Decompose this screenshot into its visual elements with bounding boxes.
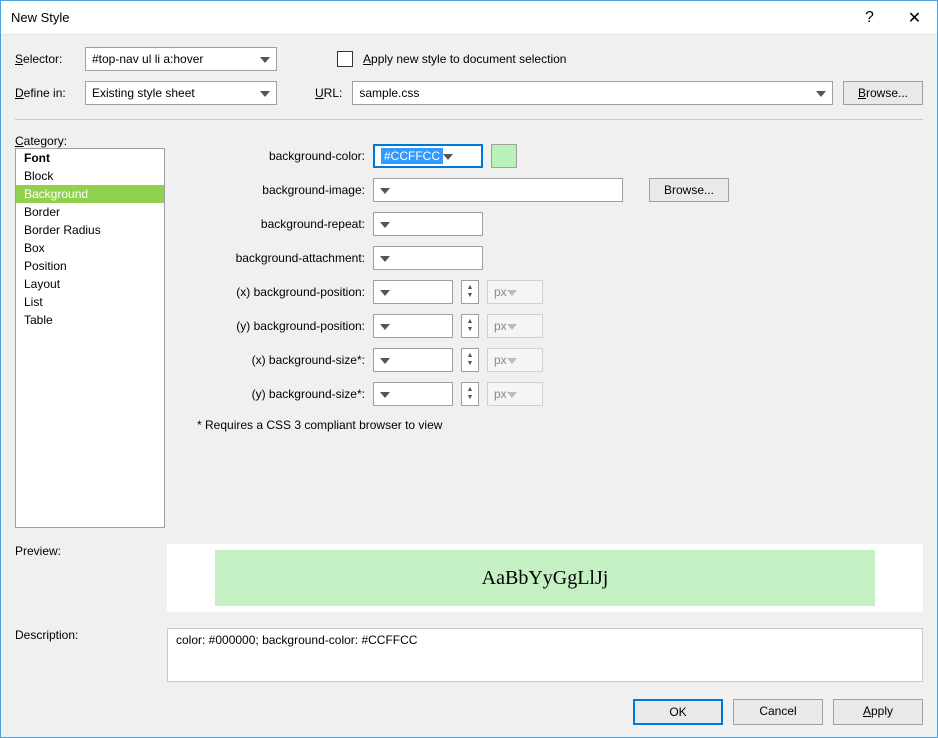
ok-button[interactable]: OK bbox=[633, 699, 723, 725]
apply-to-selection-label: Apply new style to document selection bbox=[363, 52, 566, 66]
bg-color-value: #CCFFCC bbox=[381, 148, 443, 164]
chevron-down-icon bbox=[380, 285, 390, 299]
bg-image-browse-button[interactable]: Browse... bbox=[649, 178, 729, 202]
bg-size-y-spinner[interactable]: ▲▼ bbox=[461, 382, 479, 406]
bg-size-x-spinner[interactable]: ▲▼ bbox=[461, 348, 479, 372]
category-item-border[interactable]: Border bbox=[16, 203, 164, 221]
bg-image-label: background-image: bbox=[185, 183, 365, 197]
chevron-down-icon bbox=[260, 52, 270, 66]
help-icon: ? bbox=[865, 9, 874, 27]
bg-size-x-unit[interactable]: px bbox=[487, 348, 543, 372]
bg-pos-x-spinner[interactable]: ▲▼ bbox=[461, 280, 479, 304]
new-style-dialog: New Style ? ✕ Selector: #top-nav ul li a… bbox=[0, 0, 938, 738]
bg-color-swatch bbox=[491, 144, 517, 168]
bg-color-combo[interactable]: #CCFFCC bbox=[373, 144, 483, 168]
chevron-down-icon bbox=[443, 149, 453, 163]
bg-size-y-unit[interactable]: px bbox=[487, 382, 543, 406]
bg-pos-x-combo[interactable] bbox=[373, 280, 453, 304]
category-item-layout[interactable]: Layout bbox=[16, 275, 164, 293]
bg-pos-y-unit[interactable]: px bbox=[487, 314, 543, 338]
bg-color-label: background-color: bbox=[185, 149, 365, 163]
selector-value: #top-nav ul li a:hover bbox=[92, 52, 203, 66]
bg-size-y-combo[interactable] bbox=[373, 382, 453, 406]
description-label: Description: bbox=[15, 628, 155, 682]
bg-repeat-combo[interactable] bbox=[373, 212, 483, 236]
close-icon: ✕ bbox=[908, 8, 921, 28]
selector-label: Selector: bbox=[15, 52, 75, 66]
chevron-down-icon bbox=[380, 251, 390, 265]
category-item-font[interactable]: Font bbox=[16, 149, 164, 167]
apply-button[interactable]: Apply bbox=[833, 699, 923, 725]
cancel-button[interactable]: Cancel bbox=[733, 699, 823, 725]
chevron-down-icon bbox=[380, 217, 390, 231]
chevron-down-icon bbox=[380, 319, 390, 333]
chevron-down-icon bbox=[816, 86, 826, 100]
chevron-down-icon bbox=[507, 285, 517, 299]
apply-to-selection-checkbox[interactable] bbox=[337, 51, 353, 67]
properties-panel: background-color: #CCFFCC background-ima… bbox=[185, 134, 923, 528]
category-label: Category: bbox=[15, 134, 165, 148]
category-item-position[interactable]: Position bbox=[16, 257, 164, 275]
define-in-value: Existing style sheet bbox=[92, 86, 195, 100]
chevron-down-icon bbox=[507, 387, 517, 401]
close-button[interactable]: ✕ bbox=[892, 1, 937, 34]
chevron-down-icon bbox=[380, 387, 390, 401]
bg-pos-y-spinner[interactable]: ▲▼ bbox=[461, 314, 479, 338]
bg-repeat-label: background-repeat: bbox=[185, 217, 365, 231]
chevron-down-icon bbox=[380, 353, 390, 367]
url-combo[interactable]: sample.css bbox=[352, 81, 833, 105]
window-title: New Style bbox=[11, 10, 70, 25]
bg-pos-x-unit[interactable]: px bbox=[487, 280, 543, 304]
define-in-combo[interactable]: Existing style sheet bbox=[85, 81, 277, 105]
bg-size-x-label: (x) background-size*: bbox=[185, 353, 365, 367]
css3-note: * Requires a CSS 3 compliant browser to … bbox=[197, 418, 923, 432]
bg-attach-combo[interactable] bbox=[373, 246, 483, 270]
define-in-label: Define in: bbox=[15, 86, 75, 100]
bg-pos-y-combo[interactable] bbox=[373, 314, 453, 338]
chevron-down-icon bbox=[507, 319, 517, 333]
preview-box: AaBbYyGgLlJj bbox=[167, 544, 923, 612]
help-button[interactable]: ? bbox=[847, 1, 892, 34]
dialog-footer: OK Cancel Apply bbox=[1, 691, 937, 737]
separator bbox=[15, 119, 923, 120]
bg-pos-x-label: (x) background-position: bbox=[185, 285, 365, 299]
category-item-block[interactable]: Block bbox=[16, 167, 164, 185]
chevron-down-icon bbox=[507, 353, 517, 367]
bg-size-x-combo[interactable] bbox=[373, 348, 453, 372]
category-item-border-radius[interactable]: Border Radius bbox=[16, 221, 164, 239]
preview-label: Preview: bbox=[15, 544, 155, 612]
url-label: URL: bbox=[315, 86, 342, 100]
category-list[interactable]: FontBlockBackgroundBorderBorder RadiusBo… bbox=[15, 148, 165, 528]
bg-size-y-label: (y) background-size*: bbox=[185, 387, 365, 401]
description-box: color: #000000; background-color: #CCFFC… bbox=[167, 628, 923, 682]
browse-url-button[interactable]: Browse... bbox=[843, 81, 923, 105]
category-item-box[interactable]: Box bbox=[16, 239, 164, 257]
category-item-table[interactable]: Table bbox=[16, 311, 164, 329]
category-item-background[interactable]: Background bbox=[16, 185, 164, 203]
bg-pos-y-label: (y) background-position: bbox=[185, 319, 365, 333]
description-text: color: #000000; background-color: #CCFFC… bbox=[176, 633, 417, 647]
url-value: sample.css bbox=[359, 86, 419, 100]
chevron-down-icon bbox=[260, 86, 270, 100]
chevron-down-icon bbox=[380, 183, 390, 197]
preview-sample: AaBbYyGgLlJj bbox=[215, 550, 875, 606]
category-item-list[interactable]: List bbox=[16, 293, 164, 311]
bg-attach-label: background-attachment: bbox=[185, 251, 365, 265]
bg-image-combo[interactable] bbox=[373, 178, 623, 202]
titlebar: New Style ? ✕ bbox=[1, 1, 937, 35]
selector-combo[interactable]: #top-nav ul li a:hover bbox=[85, 47, 277, 71]
window-controls: ? ✕ bbox=[847, 1, 937, 34]
